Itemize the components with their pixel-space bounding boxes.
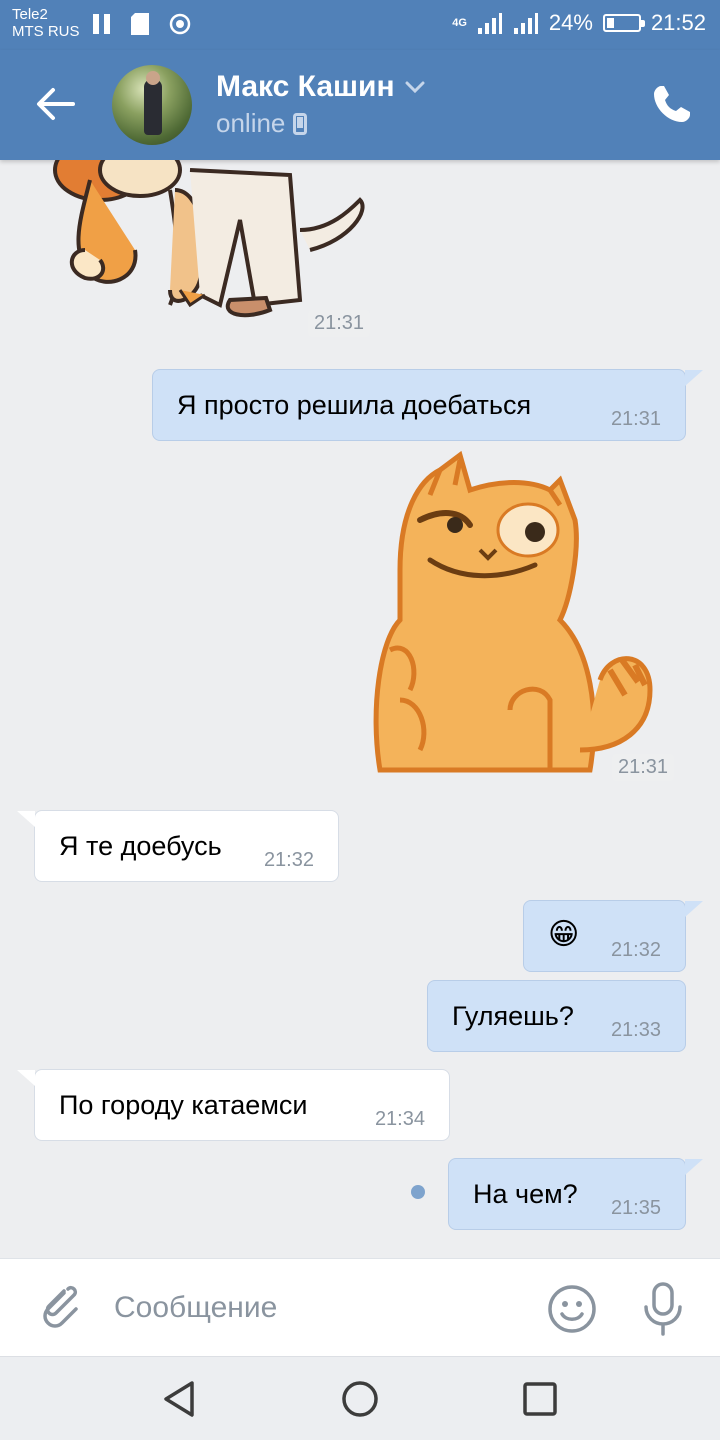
message-time: 21:34: [374, 1108, 425, 1130]
contact-name: Макс Кашин: [216, 70, 395, 103]
microphone-icon[interactable]: [640, 1281, 686, 1337]
phone-icon[interactable]: [648, 80, 696, 128]
bubble-tail: [17, 1070, 35, 1086]
message-time: 21:32: [263, 849, 314, 871]
message-time: 21:35: [610, 1197, 661, 1219]
message-time: 21:31: [612, 754, 675, 781]
smile-icon[interactable]: [546, 1283, 598, 1335]
system-nav-bar: [0, 1356, 720, 1440]
chat-header: Макс Кашин online: [0, 50, 720, 160]
message-bubble-outgoing[interactable]: Я просто решила доебаться 21:31: [152, 369, 686, 441]
message-bubble-incoming[interactable]: Я те доебусь 21:32: [34, 810, 339, 882]
paperclip-icon[interactable]: [34, 1283, 82, 1331]
message-time: 21:33: [610, 1019, 661, 1041]
bubble-tail: [685, 370, 703, 386]
network-type: 4G: [452, 17, 467, 29]
message-input[interactable]: [114, 1283, 524, 1333]
nav-back-icon[interactable]: [160, 1379, 200, 1419]
carrier-name: Tele2: [12, 6, 48, 23]
signal-icon: [477, 13, 502, 34]
pause-icon: [93, 14, 110, 34]
message-composer: [0, 1258, 720, 1356]
hotspot-icon: [169, 13, 191, 35]
message-text: По городу катаемси: [59, 1090, 308, 1120]
unread-indicator: [411, 1185, 425, 1199]
bubble-tail: [685, 1159, 703, 1175]
signal-icon-secondary: [513, 13, 538, 34]
battery-percent: 24%: [548, 10, 593, 35]
chevron-down-icon: [405, 81, 425, 93]
nav-home-icon[interactable]: [340, 1379, 380, 1419]
arrow-left-icon: [37, 88, 75, 120]
carrier-name-secondary: MTS RUS: [12, 23, 80, 40]
avatar[interactable]: [112, 65, 192, 145]
bubble-tail: [17, 811, 35, 827]
message-text: Я просто решила доебаться: [177, 390, 532, 420]
message-bubble-outgoing[interactable]: 😁 21:32: [523, 900, 686, 972]
smirking-cat-sticker: [373, 450, 653, 773]
message-bubble-incoming[interactable]: По городу катаемси 21:34: [34, 1069, 450, 1141]
message-bubble-outgoing[interactable]: На чем? 21:35: [448, 1158, 686, 1230]
bubble-tail: [685, 901, 703, 917]
carrier-info: Tele2 MTS RUS: [12, 6, 80, 40]
message-time: 21:31: [308, 310, 371, 337]
sd-card-icon: [131, 13, 149, 35]
emoji-grin: 😁: [548, 918, 580, 951]
nav-recent-apps-icon[interactable]: [522, 1381, 558, 1417]
message-sticker-incoming[interactable]: 21:31: [30, 160, 380, 350]
message-sticker-outgoing[interactable]: 21:31: [360, 450, 690, 790]
notification-icons: [92, 12, 192, 36]
message-time: 21:32: [610, 939, 661, 961]
status-bar: Tele2 MTS RUS 4G 24% 21:52: [0, 0, 720, 50]
mobile-device-icon: [293, 112, 308, 135]
clock: 21:52: [650, 10, 706, 35]
message-list[interactable]: 21:31 Я просто решила доебаться 21:31 21…: [0, 160, 720, 1258]
message-text: Гуляешь?: [452, 1001, 574, 1031]
back-button[interactable]: [30, 82, 80, 126]
message-text: На чем?: [473, 1179, 578, 1209]
message-text: Я те доебусь: [59, 831, 222, 861]
contact-status: online: [216, 108, 308, 139]
online-status: online: [216, 108, 286, 138]
contact-name-button[interactable]: Макс Кашин: [216, 70, 425, 104]
system-status: 4G 24% 21:52: [452, 10, 706, 36]
battery-icon: [602, 14, 645, 32]
message-bubble-outgoing[interactable]: Гуляешь? 21:33: [427, 980, 686, 1052]
message-time: 21:31: [610, 408, 661, 430]
